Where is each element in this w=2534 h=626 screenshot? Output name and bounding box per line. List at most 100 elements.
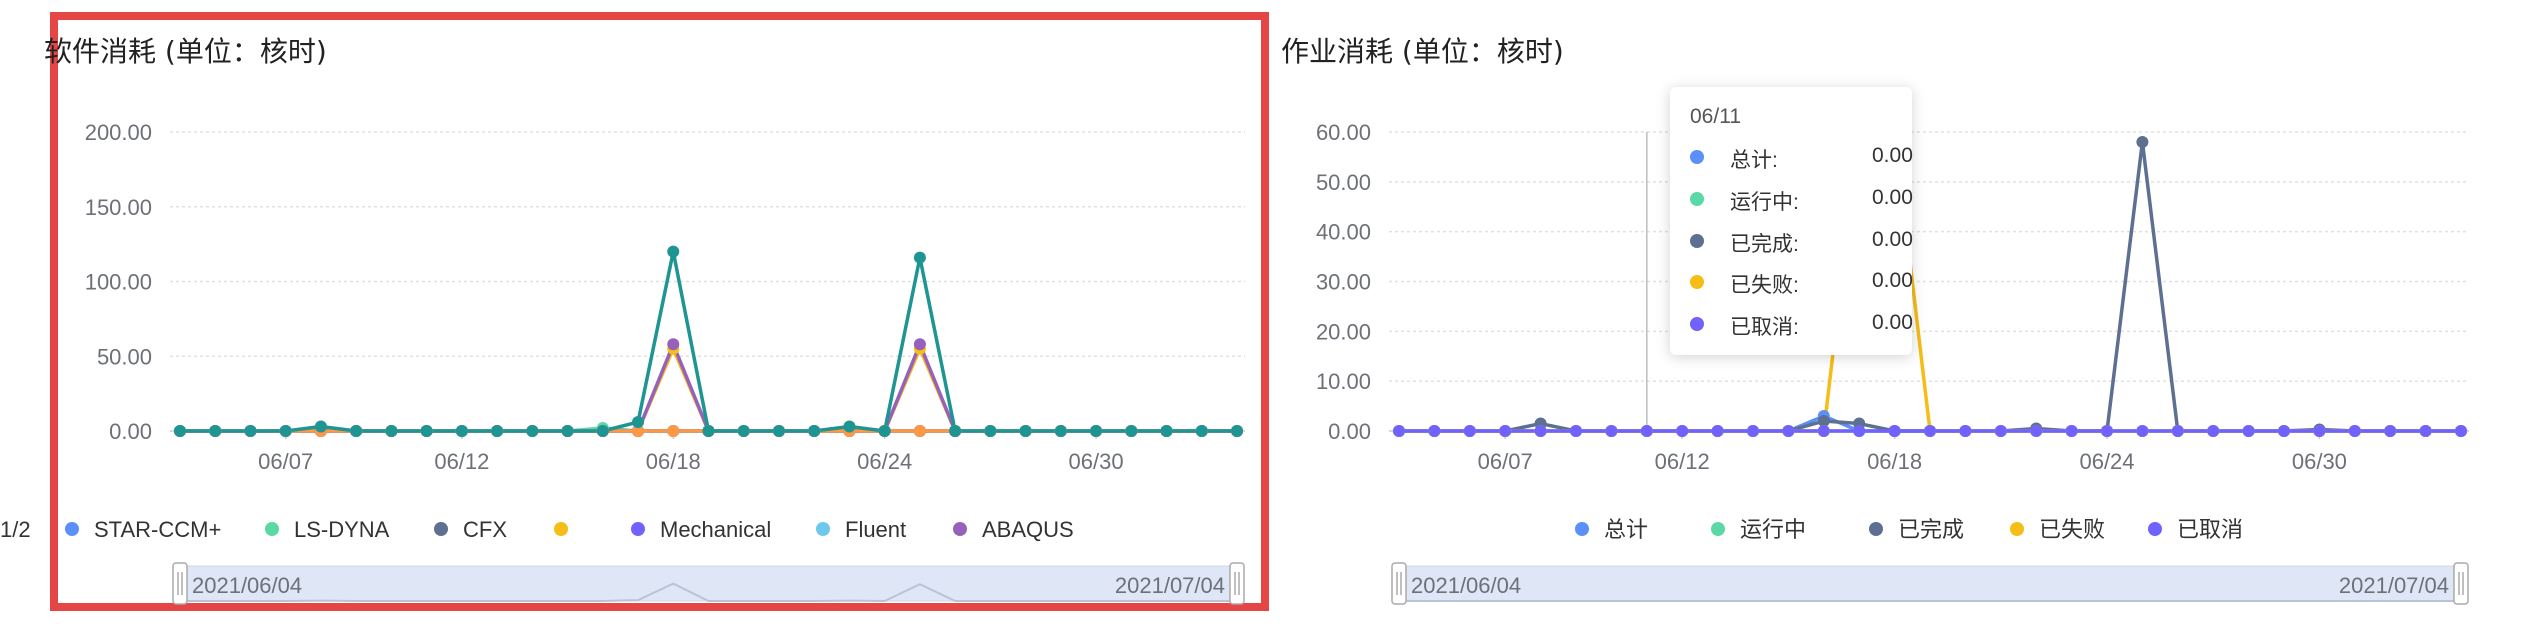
zoom-slider-end-label: 2021/07/04 [2339, 573, 2449, 598]
data-point [2278, 425, 2290, 437]
tooltip-row: 已取消: 0.00 [1690, 311, 1913, 339]
data-point [984, 425, 997, 437]
legend-label: CFX [463, 517, 507, 542]
data-point [174, 425, 186, 437]
data-point [455, 425, 468, 437]
legend-label: Fluent [845, 517, 906, 542]
legend-marker-icon [816, 522, 830, 536]
data-point [2101, 425, 2113, 437]
tooltip-series-name: 已完成: [1730, 233, 1799, 256]
data-point [949, 425, 962, 437]
y-tick-label: 0.00 [1328, 419, 1371, 444]
y-tick-label: 50.00 [97, 344, 152, 369]
data-point [772, 425, 785, 437]
data-point [2455, 425, 2467, 437]
data-point [1924, 425, 1936, 437]
data-point [1676, 425, 1689, 437]
zoom-slider-start-label: 2021/06/04 [1411, 573, 1521, 598]
legend-marker-icon [1575, 522, 1589, 536]
legend-label: Mechanical [660, 517, 771, 542]
tooltip-series-name: 已失败: [1730, 274, 1799, 297]
legend-label: 已取消 [2177, 517, 2243, 542]
zoom-slider-handle[interactable] [1229, 562, 1245, 605]
tooltip-series-name: 运行中: [1730, 191, 1799, 214]
tooltip-row: 总计: 0.00 [1690, 144, 1913, 172]
data-point [1499, 425, 1512, 437]
data-point [2030, 425, 2043, 437]
data-point [2136, 425, 2149, 437]
zoom-slider-track [179, 565, 1238, 602]
tooltip-series-value: 0.00 [1872, 228, 1913, 251]
data-point [1534, 425, 1547, 437]
series-line [1399, 140, 2461, 433]
data-point [1428, 425, 1441, 437]
x-tick-label: 06/12 [434, 449, 489, 474]
legend-label: 总计 [1604, 517, 1648, 542]
tooltip-dot-icon [1690, 275, 1704, 289]
tooltip-series-value: 0.00 [1872, 186, 1913, 209]
tooltip-row: 运行中: 0.00 [1690, 186, 1913, 214]
y-tick-label: 50.00 [1316, 170, 1371, 195]
software-consumption-chart[interactable]: 0.00 50.00 100.00 150.00 200.00 06/07 06/12 06/… [0, 0, 1275, 626]
data-point [878, 425, 891, 437]
y-tick-label: 150.00 [85, 195, 152, 220]
data-point [1853, 425, 1866, 437]
legend-marker-icon [2010, 522, 2024, 536]
data-point [913, 251, 926, 264]
legend-label: 已失败 [2039, 517, 2105, 542]
tooltip-title: 06/11 [1690, 105, 1741, 128]
data-point [350, 425, 363, 437]
data-point [2171, 425, 2184, 437]
data-point [244, 425, 257, 437]
software-consumption-panel: 软件消耗 (单位：核时) 0.00 50.00 100.00 150.00 200.00… [0, 0, 1275, 626]
zoom-slider-handle[interactable] [1391, 562, 1407, 605]
tooltip-series-name: 总计: [1730, 149, 1778, 172]
data-point [420, 425, 433, 437]
y-tick-label: 0.00 [109, 419, 152, 444]
legend-label: LS-DYNA [294, 517, 390, 542]
data-point [913, 338, 926, 351]
data-point [2348, 425, 2361, 437]
legend-marker-icon [1711, 522, 1725, 536]
x-tick-label: 06/18 [1867, 449, 1922, 474]
x-tick-label: 06/24 [2079, 449, 2134, 474]
legend-page-indicator: 1/2 [0, 517, 31, 542]
legend-marker-icon [1869, 522, 1883, 536]
data-point [1888, 425, 1901, 437]
data-point [1054, 425, 1067, 437]
x-tick-label: 06/30 [1069, 449, 1124, 474]
data-point [2313, 425, 2326, 437]
y-tick-label: 20.00 [1316, 319, 1371, 344]
data-point [808, 425, 821, 437]
data-point [1605, 425, 1618, 437]
y-tick-label: 100.00 [85, 270, 152, 295]
series-line [180, 249, 1237, 433]
x-tick-label: 06/07 [1478, 449, 1533, 474]
data-point [2419, 425, 2432, 437]
zoom-slider-handle[interactable] [2453, 562, 2469, 605]
data-point [1747, 425, 1759, 437]
tooltip-dot-icon [1690, 234, 1704, 248]
y-tick-label: 60.00 [1316, 120, 1371, 145]
data-point [667, 245, 680, 258]
data-point [2242, 425, 2255, 437]
data-point [2207, 425, 2220, 437]
data-point [1463, 425, 1476, 437]
data-point [1160, 425, 1173, 437]
data-point [1125, 425, 1138, 437]
data-point [2136, 135, 2149, 148]
data-point [526, 425, 539, 437]
data-point [1640, 425, 1653, 437]
data-point [1570, 425, 1582, 437]
legend-label: STAR-CCM+ [94, 517, 221, 542]
legend-label: ABAQUS [982, 517, 1074, 542]
tooltip-dot-icon [1690, 150, 1704, 164]
data-point [314, 420, 327, 433]
zoom-slider-handle[interactable] [172, 562, 188, 605]
data-point [1994, 425, 2007, 437]
tooltip-series-value: 0.00 [1872, 311, 1913, 334]
x-tick-label: 06/07 [258, 449, 313, 474]
x-tick-label: 06/30 [2292, 449, 2347, 474]
data-point [491, 425, 504, 437]
data-point [667, 338, 680, 351]
